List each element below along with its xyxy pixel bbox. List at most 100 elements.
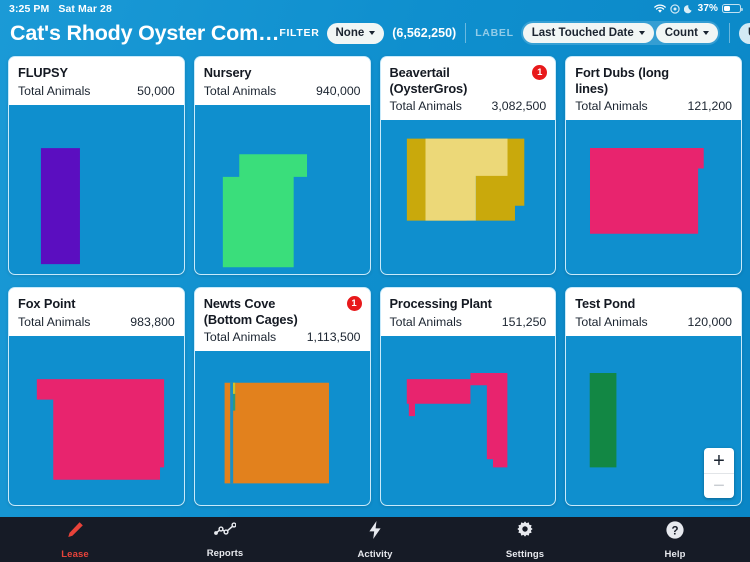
lease-card[interactable]: 1 Beavertail (OysterGros) Total Animals 3… (379, 56, 557, 275)
lease-card-header: 1 Beavertail (OysterGros) Total Animals 3… (380, 57, 556, 121)
lease-map-preview[interactable]: + − (566, 335, 741, 505)
app-header: Cat's Rhody Oyster Com… FILTER None (6,5… (0, 15, 750, 51)
lease-shape-stripe-yellow (232, 382, 235, 395)
lease-card-title-line1: Fort Dubs (long (575, 65, 669, 80)
svg-text:?: ? (671, 525, 678, 537)
lease-card[interactable]: FLUPSY Total Animals 50,000 (8, 56, 185, 275)
lease-card-stat: Total Animals 50,000 (18, 84, 175, 98)
tab-label: Lease (61, 548, 89, 560)
lease-shape (590, 148, 704, 234)
lease-card-stat: Total Animals 120,000 (575, 315, 732, 329)
tab-lease[interactable]: Lease (0, 520, 150, 560)
lease-card-title-line2: lines) (575, 80, 609, 96)
lease-card[interactable]: Processing Plant Total Animals 151,250 (379, 287, 557, 506)
lease-shape (36, 378, 165, 480)
tab-label: Settings (505, 548, 545, 560)
lease-card-title: Processing Plant (390, 296, 547, 312)
lease-card-header: Nursery Total Animals 940,000 (194, 57, 370, 105)
filter-count: (6,562,250) (392, 26, 457, 40)
tab-label: Help (664, 548, 686, 560)
lease-card[interactable]: 1 Newts Cove (Bottom Cages) Total Animals… (193, 287, 371, 506)
battery-icon (722, 3, 743, 14)
lease-card-title-line1: Processing Plant (389, 296, 492, 311)
zoom-in-button[interactable]: + (704, 448, 734, 473)
lease-map-preview[interactable] (194, 351, 370, 505)
stat-value: 940,000 (316, 83, 361, 98)
lease-card-grid: FLUPSY Total Animals 50,000 Nursery Tota… (8, 56, 742, 506)
moon-icon (683, 4, 694, 14)
label-secondary-value: Count (664, 27, 698, 39)
lease-card-title-line2: (Bottom Cages) (203, 311, 298, 327)
lease-card[interactable]: Fort Dubs (long lines) Total Animals 121,… (565, 56, 742, 275)
stat-value: 151,250 (501, 314, 547, 329)
status-time: 3:25 PM (9, 2, 50, 15)
lease-card-title-line2: (OysterGros) (389, 80, 468, 96)
bottom-tab-bar: Lease Reports Activity Settings? Help (0, 517, 750, 562)
chevron-down-icon (369, 31, 376, 35)
zoom-out-button[interactable]: − (704, 473, 734, 498)
status-badge[interactable]: 1 (346, 296, 362, 311)
page-title: Cat's Rhody Oyster Com… (10, 20, 280, 45)
stat-value: 120,000 (687, 314, 732, 329)
stat-value: 121,200 (687, 99, 732, 114)
stat-value: 1,113,500 (306, 330, 361, 345)
question-icon: ? (665, 520, 685, 545)
wifi-icon (653, 4, 666, 14)
stat-label: Total Animals (18, 83, 91, 98)
filter-dropdown[interactable]: None (326, 22, 385, 44)
lease-shape-stripe-blue (229, 382, 233, 484)
lease-shape (589, 372, 617, 468)
stat-label: Total Animals (18, 314, 91, 329)
undo-button[interactable]: Undo (738, 22, 750, 44)
pencil-icon (65, 520, 85, 545)
lease-card-title: FLUPSY (18, 65, 175, 81)
lease-card-title-line1: Newts Cove (203, 296, 276, 311)
header-divider-2 (728, 23, 730, 43)
location-icon (670, 3, 680, 14)
label-secondary-dropdown[interactable]: Count (655, 23, 718, 43)
lease-card-stat: Total Animals 983,800 (18, 315, 175, 329)
stat-label: Total Animals (389, 314, 462, 329)
lease-card[interactable]: Nursery Total Animals 940,000 (193, 56, 371, 275)
map-zoom-control: + − (704, 448, 734, 498)
lease-map-preview[interactable] (194, 104, 370, 274)
stat-label: Total Animals (203, 330, 277, 345)
label-primary-dropdown[interactable]: Last Touched Date (522, 23, 654, 43)
header-divider-1 (465, 23, 467, 43)
battery-percent: 37% (697, 3, 718, 14)
lease-shape (222, 153, 307, 267)
status-indicators: 37% (653, 3, 743, 14)
tab-help[interactable]: ? Help (600, 520, 750, 560)
label-label: LABEL (475, 27, 514, 39)
bolt-icon (366, 520, 384, 545)
lease-card-header: Processing Plant Total Animals 151,250 (380, 288, 556, 336)
lease-map-preview[interactable] (566, 120, 741, 274)
lease-map-preview[interactable] (380, 120, 556, 274)
chart-line-icon (214, 521, 237, 544)
lease-card-title-line1: Fox Point (18, 296, 76, 311)
lease-map-preview[interactable] (380, 335, 556, 505)
lease-map-preview[interactable] (9, 335, 184, 505)
stat-value: 983,800 (130, 314, 175, 329)
tab-label: Activity (357, 548, 393, 560)
lease-card-stat: Total Animals 151,250 (390, 315, 547, 329)
tab-settings[interactable]: Settings (450, 520, 600, 560)
tab-reports[interactable]: Reports (150, 521, 300, 559)
lease-card[interactable]: Fox Point Total Animals 983,800 (8, 287, 185, 506)
stat-label: Total Animals (575, 99, 648, 114)
lease-card-stat: Total Animals 940,000 (204, 84, 361, 98)
lease-card[interactable]: Test Pond Total Animals 120,000 + − (565, 287, 742, 506)
chevron-down-icon (638, 31, 645, 35)
lease-card-stat: Total Animals 3,082,500 (390, 99, 547, 113)
lease-map-preview[interactable] (9, 104, 184, 274)
app-root: 3:25 PM Sat Mar 28 37% Cat's Rhody Oyste… (0, 0, 750, 562)
lease-card-header: 1 Newts Cove (Bottom Cages) Total Animals… (194, 288, 370, 352)
label-control-group: Last Touched Date Count (520, 21, 720, 45)
tab-activity[interactable]: Activity (300, 520, 450, 560)
lease-card-title: Fort Dubs (long lines) (575, 65, 732, 96)
stat-value: 50,000 (137, 83, 175, 98)
lease-card-title: Fox Point (18, 296, 175, 312)
lease-card-header: Fox Point Total Animals 983,800 (9, 288, 184, 336)
lease-card-header: Test Pond Total Animals 120,000 (566, 288, 741, 336)
lease-card-title-line1: Beavertail (389, 65, 450, 80)
